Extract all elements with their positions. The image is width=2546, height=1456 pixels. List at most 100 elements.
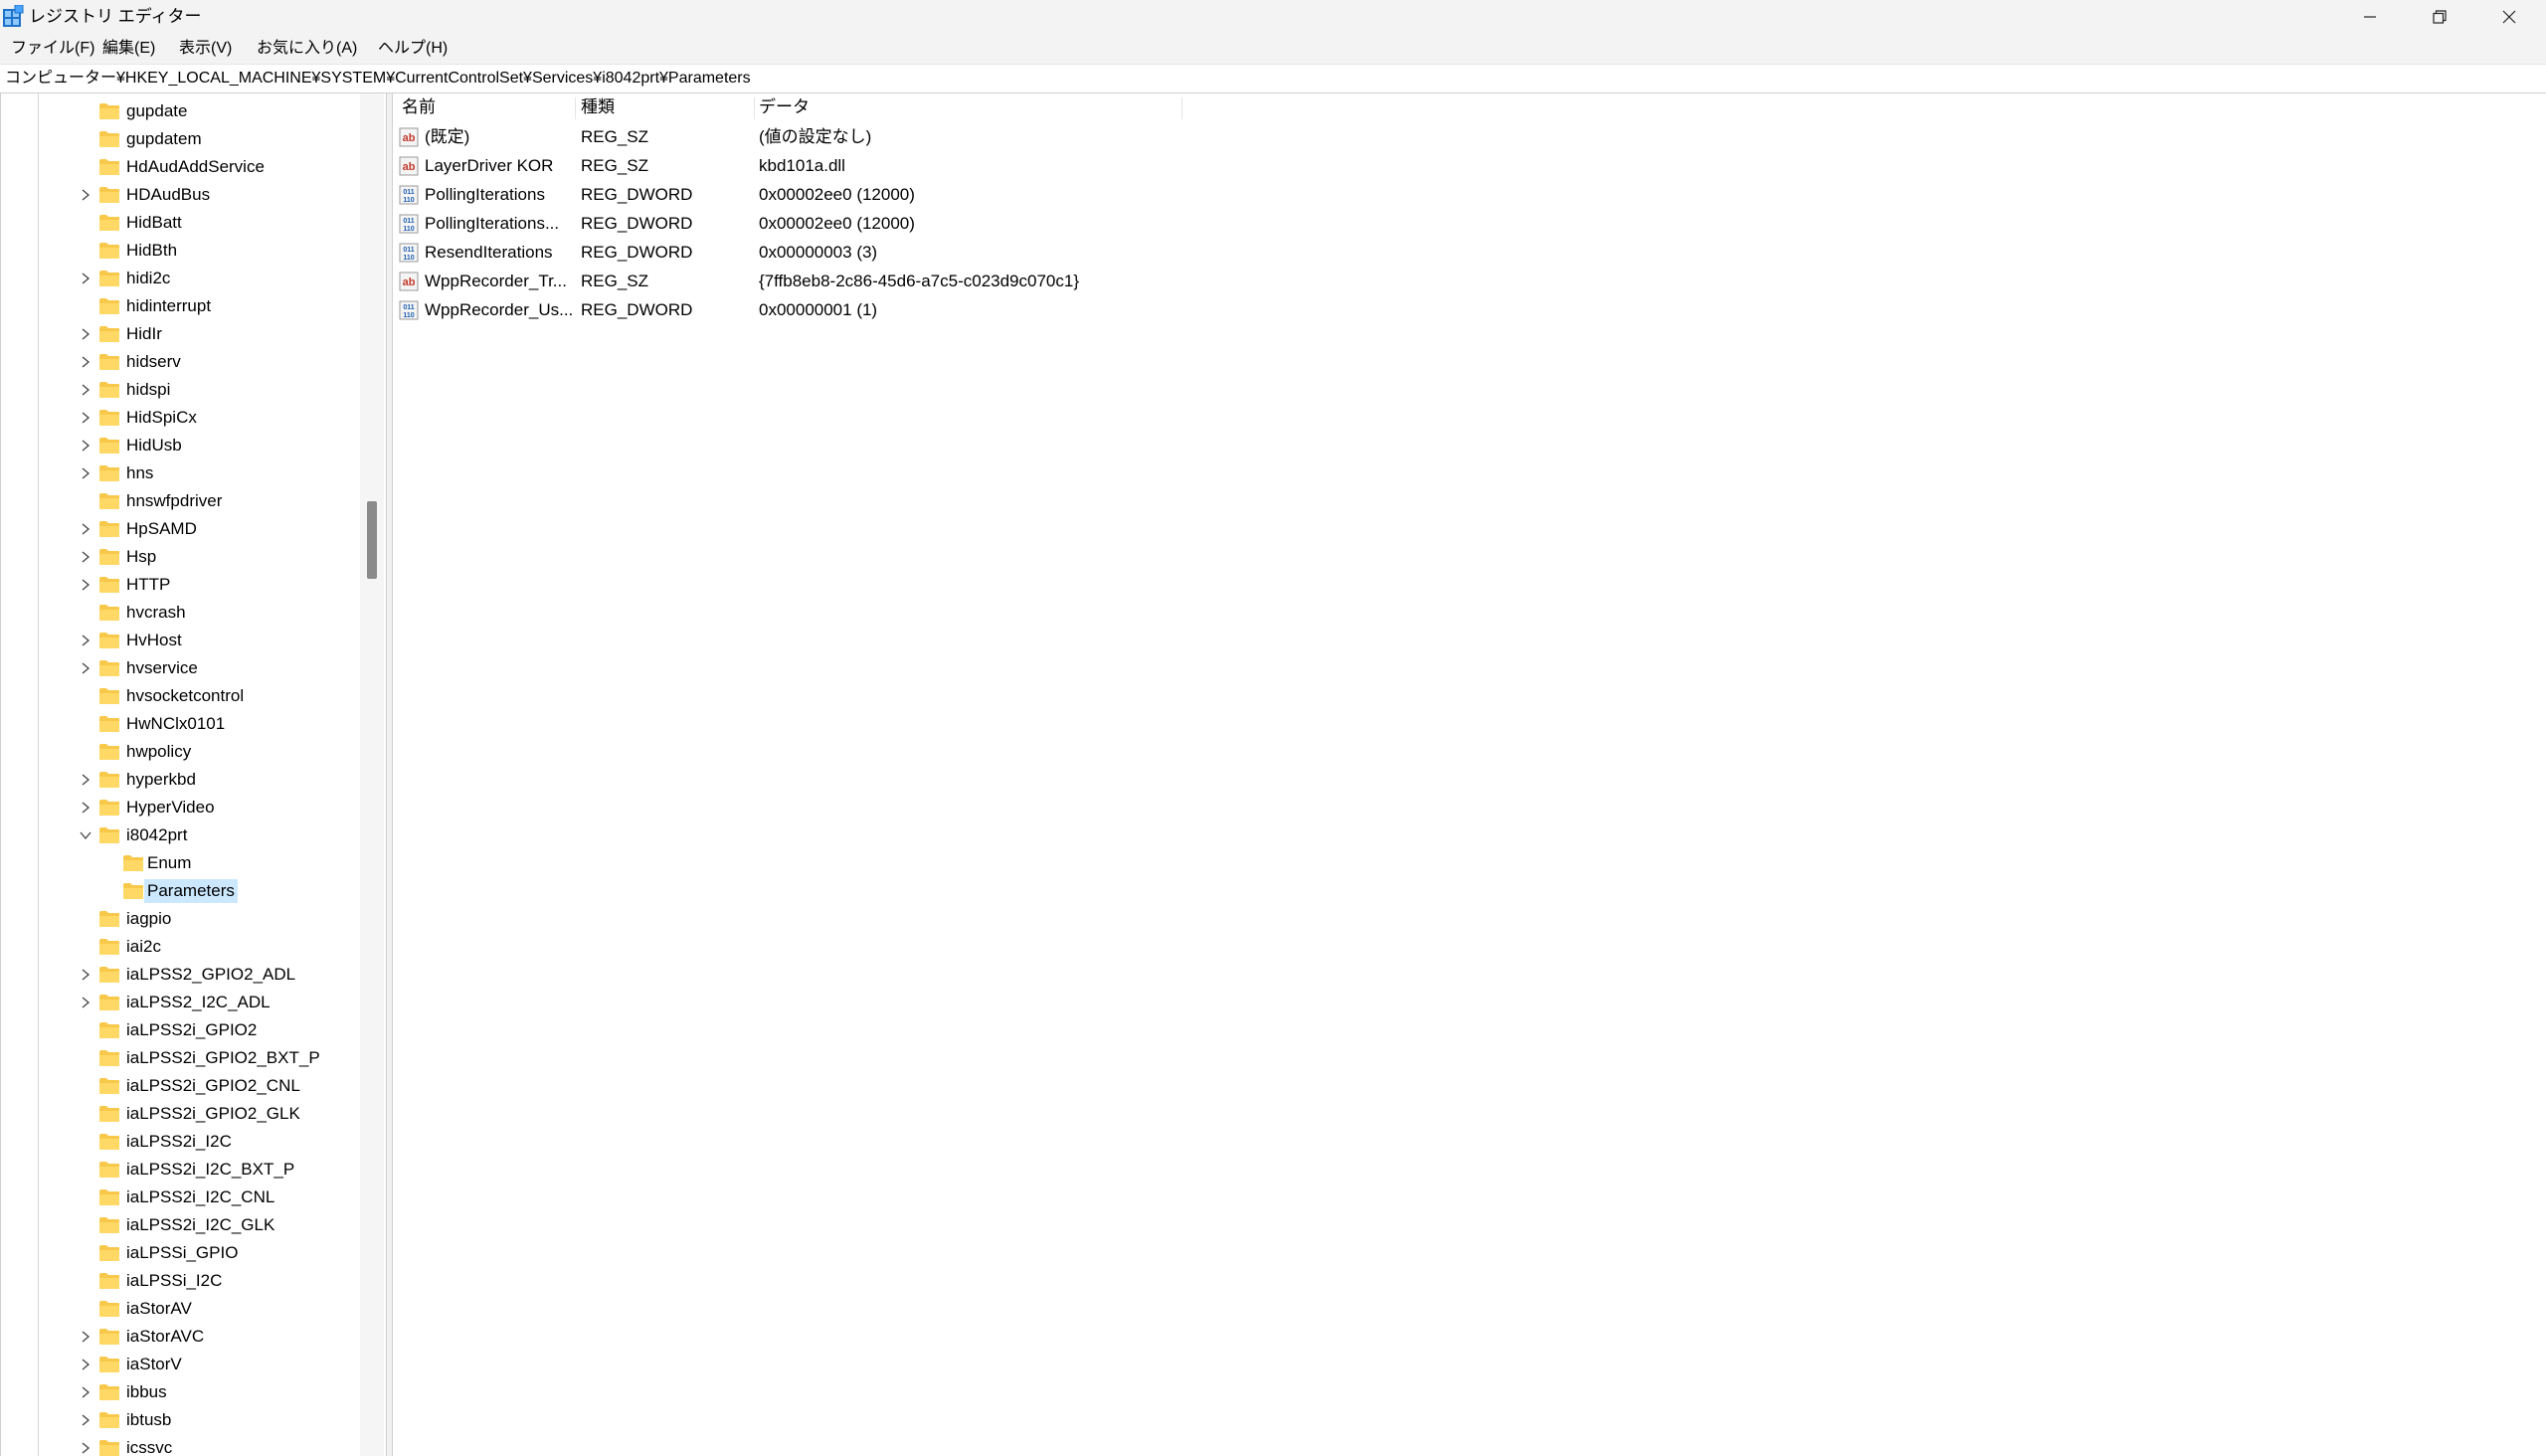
chevron-right-icon[interactable] (79, 1330, 92, 1344)
tree-item[interactable]: hidspi (0, 376, 358, 404)
chevron-right-icon[interactable] (79, 466, 92, 480)
tree-item[interactable]: gupdatem (0, 125, 358, 153)
chevron-right-icon[interactable] (79, 578, 92, 592)
tree-item[interactable]: iaLPSS2i_GPIO2_CNL (0, 1072, 358, 1100)
address-path[interactable]: コンピューター¥HKEY_LOCAL_MACHINE¥SYSTEM¥Curren… (5, 68, 751, 90)
tree-item[interactable]: hns (0, 459, 358, 487)
tree-item[interactable]: HidBth (0, 237, 358, 265)
tree-item[interactable]: HidIr (0, 320, 358, 348)
menu-edit[interactable]: 編集(E) (102, 38, 155, 60)
tree-item[interactable]: Hsp (0, 543, 358, 571)
chevron-right-icon[interactable] (79, 522, 92, 536)
tree-item[interactable]: HvHost (0, 627, 358, 654)
tree-item[interactable]: iaLPSS2i_GPIO2 (0, 1016, 358, 1044)
menu-view[interactable]: 表示(V) (179, 38, 232, 60)
chevron-right-icon[interactable] (79, 1385, 92, 1399)
chevron-right-icon[interactable] (79, 411, 92, 425)
tree-item[interactable]: iaLPSSi_GPIO (0, 1239, 358, 1267)
tree-item[interactable]: Parameters (0, 877, 358, 905)
chevron-right-icon[interactable] (79, 188, 92, 202)
tree-item[interactable]: HpSAMD (0, 515, 358, 543)
address-bar[interactable]: コンピューター¥HKEY_LOCAL_MACHINE¥SYSTEM¥Curren… (0, 64, 2546, 93)
tree-item[interactable]: iaStorAVC (0, 1323, 358, 1351)
chevron-right-icon[interactable] (79, 801, 92, 815)
menu-help[interactable]: ヘルプ(H) (378, 38, 448, 60)
tree-item[interactable]: iaLPSS2i_GPIO2_GLK (0, 1100, 358, 1128)
restore-button[interactable] (2405, 0, 2474, 34)
tree-item[interactable]: hidinterrupt (0, 292, 358, 320)
value-row[interactable]: ab (既定) REG_SZ (値の設定なし) (393, 123, 1387, 151)
tree-item[interactable]: HidSpiCx (0, 404, 358, 432)
tree-item[interactable]: hvcrash (0, 599, 358, 627)
chevron-down-icon[interactable] (79, 828, 92, 842)
tree-item[interactable]: iaLPSS2i_I2C_CNL (0, 1183, 358, 1211)
tree-item[interactable]: i8042prt (0, 821, 358, 849)
tree-item[interactable]: HwNClx0101 (0, 710, 358, 738)
tree-item[interactable]: hyperkbd (0, 766, 358, 794)
tree-item[interactable]: iaLPSSi_I2C (0, 1267, 358, 1295)
chevron-right-icon[interactable] (79, 439, 92, 453)
tree-item[interactable]: icssvc (0, 1434, 358, 1456)
tree-item[interactable]: iaLPSS2_I2C_ADL (0, 989, 358, 1016)
svg-text:011: 011 (403, 247, 414, 254)
column-header-type[interactable]: 種類 (581, 95, 615, 121)
tree-item[interactable]: Enum (0, 849, 358, 877)
column-header-data[interactable]: データ (759, 95, 810, 121)
key-tree[interactable]: gupdate gupdatem HdAudAddService HDAudBus Hi… (0, 93, 386, 1456)
value-row[interactable]: ab LayerDriver KOR REG_SZ kbd101a.dll (393, 152, 1387, 180)
chevron-right-icon[interactable] (79, 634, 92, 647)
tree-item[interactable]: HidUsb (0, 432, 358, 459)
chevron-right-icon[interactable] (79, 968, 92, 982)
chevron-right-icon[interactable] (79, 773, 92, 787)
tree-item[interactable]: hnswfpdriver (0, 487, 358, 515)
tree-item[interactable]: HTTP (0, 571, 358, 599)
tree-item[interactable]: HdAudAddService (0, 153, 358, 181)
tree-item[interactable]: ibtusb (0, 1406, 358, 1434)
chevron-right-icon[interactable] (79, 355, 92, 369)
value-row[interactable]: ab WppRecorder_Tr... REG_SZ {7ffb8eb8-2c86-… (393, 268, 1387, 295)
tree-scrollbar[interactable] (360, 93, 384, 1456)
chevron-right-icon[interactable] (79, 550, 92, 564)
value-row[interactable]: 011 110 PollingIterations REG_DWORD 0x00002e… (393, 181, 1387, 209)
value-row[interactable]: 011 110 ResendIterations REG_DWORD 0x0000000… (393, 239, 1387, 267)
tree-item[interactable]: hidi2c (0, 265, 358, 292)
chevron-right-icon[interactable] (79, 272, 92, 285)
tree-item[interactable]: iaLPSS2i_I2C_GLK (0, 1211, 358, 1239)
tree-item[interactable]: gupdate (0, 97, 358, 125)
chevron-right-icon[interactable] (79, 1358, 92, 1371)
value-row[interactable]: 011 110 PollingIterations... REG_DWORD 0x000… (393, 210, 1387, 238)
tree-item[interactable]: HyperVideo (0, 794, 358, 821)
tree-item[interactable]: ibbus (0, 1378, 358, 1406)
chevron-right-icon[interactable] (79, 383, 92, 397)
pane-splitter[interactable] (386, 93, 393, 1456)
chevron-right-icon[interactable] (79, 327, 92, 341)
tree-item[interactable]: iaLPSS2i_GPIO2_BXT_P (0, 1044, 358, 1072)
tree-item[interactable]: iagpio (0, 905, 358, 933)
tree-item[interactable]: iaStorAV (0, 1295, 358, 1323)
chevron-right-icon[interactable] (79, 996, 92, 1009)
chevron-right-icon[interactable] (79, 1441, 92, 1455)
value-row[interactable]: 011 110 WppRecorder_Us... REG_DWORD 0x000000… (393, 296, 1387, 324)
tree-item[interactable]: iaLPSS2_GPIO2_ADL (0, 961, 358, 989)
close-button[interactable] (2474, 0, 2544, 34)
tree-item[interactable]: iaLPSS2i_I2C (0, 1128, 358, 1156)
tree-item[interactable]: hvservice (0, 654, 358, 682)
tree-item[interactable]: hidserv (0, 348, 358, 376)
tree-item[interactable]: iaStorV (0, 1351, 358, 1378)
tree-scrollbar-thumb[interactable] (367, 501, 377, 579)
tree-item[interactable]: iaLPSS2i_I2C_BXT_P (0, 1156, 358, 1183)
chevron-right-icon[interactable] (79, 661, 92, 675)
tree-item[interactable]: iai2c (0, 933, 358, 961)
column-separator[interactable] (754, 97, 755, 119)
tree-item[interactable]: hvsocketcontrol (0, 682, 358, 710)
menu-favorites[interactable]: お気に入り(A) (257, 38, 357, 60)
column-separator[interactable] (575, 97, 576, 119)
value-list[interactable]: 名前 種類 データ ab (既定) REG_SZ (値の設定なし) ab LayerDri… (393, 93, 2546, 1456)
minimize-button[interactable] (2335, 0, 2405, 34)
menu-file[interactable]: ファイル(F) (11, 38, 94, 60)
tree-item[interactable]: HDAudBus (0, 181, 358, 209)
tree-item[interactable]: HidBatt (0, 209, 358, 237)
chevron-right-icon[interactable] (79, 1413, 92, 1427)
tree-item[interactable]: hwpolicy (0, 738, 358, 766)
column-header-name[interactable]: 名前 (402, 95, 436, 121)
